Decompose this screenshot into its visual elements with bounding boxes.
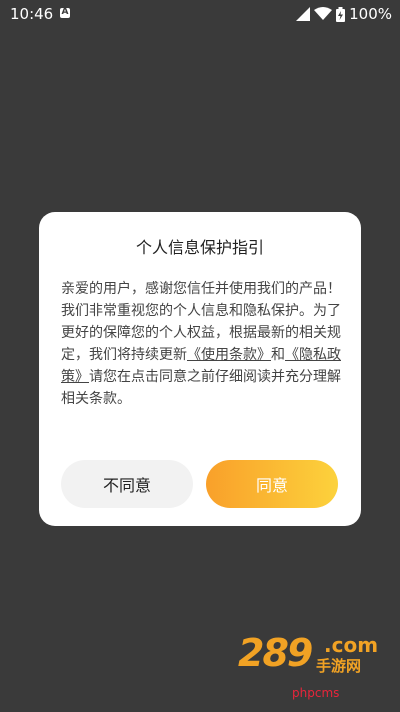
dialog-title: 个人信息保护指引 [135, 238, 264, 257]
status-icons: 100% [296, 5, 392, 23]
watermark-site: phpcms [292, 686, 340, 700]
signal-icon [296, 7, 311, 21]
app-notification-icon [60, 7, 70, 18]
watermark-sub: 手游网 [316, 657, 362, 675]
battery-icon [336, 6, 346, 22]
body-suffix: 请您在点击同意之前仔细阅读并充分理解相关条款。 [61, 369, 341, 407]
terms-link[interactable]: 《使用条款》 [187, 347, 271, 363]
battery-percent: 100% [349, 5, 392, 23]
watermark-main: 289 [238, 631, 313, 675]
body-connector: 和 [271, 347, 285, 363]
status-bar: 10:46 100% [0, 0, 400, 28]
watermark-logo: 289 .com 手游网 [238, 631, 379, 677]
agree-button[interactable]: 同意 [206, 460, 338, 508]
wifi-icon [314, 7, 333, 20]
dialog-body: 亲爱的用户，感谢您信任并使用我们的产品！我们非常重视您的个人信息和隐私保护。为了… [61, 278, 343, 410]
status-time: 10:46 [10, 5, 54, 23]
privacy-dialog: 个人信息保护指引 亲爱的用户，感谢您信任并使用我们的产品！我们非常重视您的个人信… [39, 212, 361, 526]
disagree-button[interactable]: 不同意 [61, 460, 193, 508]
watermark-com: .com [324, 633, 379, 657]
